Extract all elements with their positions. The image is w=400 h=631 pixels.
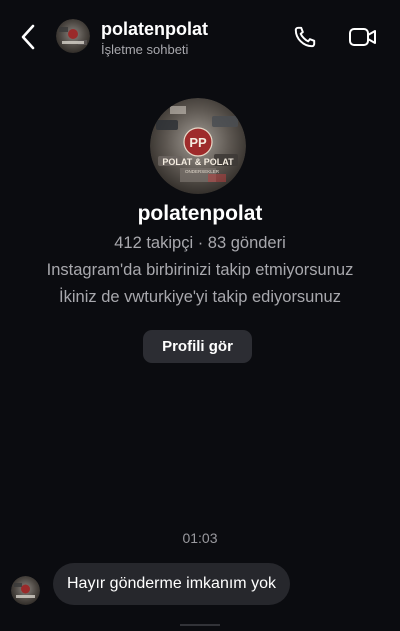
audio-call-button[interactable]: [290, 22, 320, 52]
header-username[interactable]: polatenpolat: [101, 19, 208, 40]
message-timestamp: 01:03: [182, 530, 218, 546]
chevron-left-icon: [21, 24, 35, 50]
header-avatar[interactable]: [56, 19, 90, 53]
profile-username: polatenpolat: [137, 202, 263, 225]
avatar-logo-tagline: ONDERSEKLER: [185, 169, 220, 174]
next-timestamp-fragment: [180, 624, 220, 630]
view-profile-button[interactable]: Profili gör: [143, 330, 252, 363]
follow-status-text: Instagram'da birbirinizi takip etmiyorsu…: [46, 261, 354, 279]
video-call-button[interactable]: [346, 22, 380, 52]
chat-header: polatenpolat İşletme sohbeti: [0, 0, 400, 76]
header-subtitle: İşletme sohbeti: [101, 42, 189, 57]
back-button[interactable]: [14, 22, 42, 52]
avatar-logo-brand: POLAT & POLAT: [162, 157, 234, 167]
profile-avatar[interactable]: PP POLAT & POLAT ONDERSEKLER: [150, 98, 246, 194]
mutual-follow-text: İkiniz de vwturkiye'yi takip ediyorsunuz: [59, 288, 341, 306]
message-bubble[interactable]: Hayır gönderme imkanım yok: [53, 563, 290, 605]
profile-stats: 412 takipçi · 83 gönderi: [114, 234, 286, 252]
sender-avatar[interactable]: [11, 576, 40, 605]
avatar-logo-initials: PP: [189, 135, 207, 150]
phone-icon: [294, 26, 316, 48]
video-camera-icon: [349, 28, 376, 46]
